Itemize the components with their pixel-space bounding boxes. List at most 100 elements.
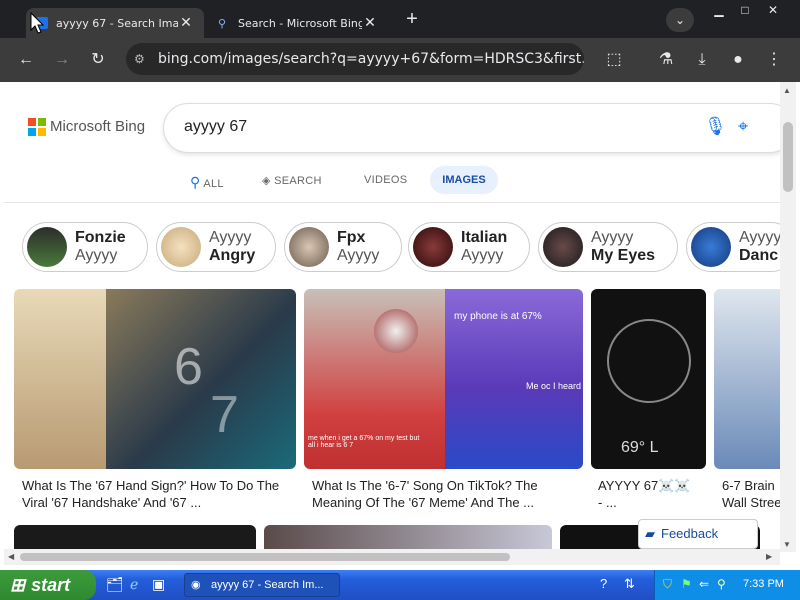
reload-icon[interactable]: ↻ <box>86 48 110 72</box>
divider <box>4 202 780 203</box>
tab-bing-search[interactable]: ⚲ Search - Microsoft Bing ✕ <box>208 8 388 38</box>
chip-line2: Ayyyy <box>75 247 118 264</box>
help-icon[interactable]: ? <box>600 576 607 591</box>
image-caption-3[interactable]: AYYYY 67☠️☠️ - ... <box>598 477 708 511</box>
caption-line1: 6-7 Brain <box>722 478 775 493</box>
image-result-2[interactable]: my phone is at 67% Me oc I heard me when… <box>304 289 583 469</box>
caption-line1: What Is The '6-7' Song On TikTok? The <box>312 478 538 493</box>
overlay-digit: 6 <box>174 338 203 396</box>
image-result-5[interactable] <box>14 525 256 552</box>
feedback-label: Feedback <box>661 526 719 541</box>
close-tab-icon[interactable]: ✕ <box>178 15 194 31</box>
image-caption-4[interactable]: 6-7 Brain Wall Stree <box>722 477 780 511</box>
tab-images-search[interactable]: ayyyy 67 - Search Imag ✕ <box>26 8 204 38</box>
explorer-icon[interactable]: ▣ <box>152 576 165 593</box>
network-icon[interactable]: ⚑ <box>681 577 692 591</box>
nav-search[interactable]: ◈ SEARCH <box>262 174 322 187</box>
scroll-left-icon[interactable]: ◀ <box>8 552 14 561</box>
image-caption-2[interactable]: What Is The '6-7' Song On TikTok? The Me… <box>312 477 582 511</box>
windows-flag-icon: ⊞ <box>10 574 26 595</box>
scroll-right-icon[interactable]: ▶ <box>766 552 772 561</box>
download-icon[interactable]: ⤓ <box>690 48 714 72</box>
nav-images[interactable]: IMAGES <box>430 166 498 194</box>
page-viewport: Microsoft Bing ayyyy 67 🎙 ⌖ ⚲ ALL ◈ SEAR… <box>4 82 780 552</box>
close-window-icon[interactable]: ✕ <box>758 0 788 20</box>
ie-icon[interactable]: ℯ <box>130 576 138 593</box>
url-text: bing.com/images/search?q=ayyyy+67&form=H… <box>158 51 584 67</box>
search-input[interactable]: ayyyy 67 <box>184 118 247 136</box>
new-tab-button[interactable]: + <box>398 8 426 32</box>
nav-videos[interactable]: VIDEOS <box>364 174 407 186</box>
overlay-digit: 7 <box>210 386 239 444</box>
image-result-3[interactable]: 69° L <box>591 289 706 469</box>
menu-icon[interactable]: ⋮ <box>762 48 786 72</box>
start-button[interactable]: ⊞ start <box>0 570 96 600</box>
chip-avatar <box>161 227 201 267</box>
horizontal-scrollbar[interactable]: ◀ ▶ <box>4 549 780 565</box>
chip-line1: Ayyyy <box>739 229 780 246</box>
chip-avatar <box>413 227 453 267</box>
site-info-icon[interactable]: ⚙ <box>134 43 145 75</box>
search-box[interactable]: ayyyy 67 🎙 ⌖ <box>164 104 780 152</box>
chip-line1: Ayyyy <box>591 229 634 246</box>
quicklaunch-icon[interactable]: 🗂 <box>106 576 124 593</box>
related-chip-my-eyes[interactable]: Ayyyy My Eyes <box>538 222 678 272</box>
image-result-4[interactable] <box>714 289 780 469</box>
chip-avatar <box>691 227 731 267</box>
chip-line2: My Eyes <box>591 247 656 264</box>
caption-line2: - ... <box>598 495 617 510</box>
related-chip-italian[interactable]: Italian Ayyyy <box>408 222 530 272</box>
system-tray: ⛉ ⚑ ⇐ ⚲ 7:33 PM <box>654 570 800 600</box>
visual-search-icon[interactable]: ⌖ <box>738 116 748 137</box>
search-tray-icon[interactable]: ⚲ <box>717 577 726 591</box>
scroll-thumb[interactable] <box>783 122 793 192</box>
chip-avatar <box>289 227 329 267</box>
clock[interactable]: 7:33 PM <box>743 578 784 590</box>
security-shield-icon[interactable]: ⛉ <box>663 577 672 592</box>
back-icon[interactable]: ← <box>14 48 38 72</box>
nav-videos-label: VIDEOS <box>364 174 408 186</box>
image-caption-1[interactable]: What Is The '67 Hand Sign?' How To Do Th… <box>22 477 302 511</box>
chip-line1: Fpx <box>337 229 366 246</box>
caption-line1: What Is The '67 Hand Sign?' How To Do Th… <box>22 478 280 493</box>
extensions-icon[interactable]: ⬚ <box>602 48 626 72</box>
profile-icon[interactable]: ● <box>726 48 750 72</box>
address-bar[interactable]: ⚙ bing.com/images/search?q=ayyyy+67&form… <box>126 43 584 75</box>
scroll-up-icon[interactable]: ▲ <box>783 86 793 96</box>
tray-arrow-icon[interactable]: ⇐ <box>699 577 709 591</box>
image-result-6[interactable] <box>264 525 552 552</box>
close-tab-icon[interactable]: ✕ <box>362 15 378 31</box>
browser-tab-strip: ayyyy 67 - Search Imag ✕ ⚲ Search - Micr… <box>0 0 800 38</box>
chip-line2: Angry <box>209 247 256 264</box>
chip-avatar <box>27 227 67 267</box>
related-chip-fonzie[interactable]: Fonzie Ayyyy <box>22 222 148 272</box>
bing-logo-text[interactable]: Microsoft Bing <box>50 118 145 135</box>
overlay-text: me when i get a 67% on my test but all i… <box>308 435 420 449</box>
scroll-thumb[interactable] <box>20 553 510 561</box>
overlay-text: my phone is at 67% <box>454 311 542 322</box>
nav-all[interactable]: ⚲ ALL <box>190 174 224 191</box>
image-photo <box>14 289 106 469</box>
labs-icon[interactable]: ⚗ <box>654 48 678 72</box>
caption-line2: Viral '67 Handshake' And '67 ... <box>22 495 202 510</box>
related-chip-angry[interactable]: Ayyyy Angry <box>156 222 276 272</box>
vertical-scrollbar[interactable]: ▲ ▼ <box>780 82 796 552</box>
start-label: start <box>31 574 71 595</box>
related-chip-dance[interactable]: Ayyyy Danc <box>686 222 780 272</box>
microphone-icon[interactable]: 🎙 <box>704 116 727 137</box>
tab-title: ayyyy 67 - Search Imag <box>56 16 178 30</box>
scroll-down-icon[interactable]: ▼ <box>783 540 793 550</box>
caption-line1: AYYYY 67☠️☠️ <box>598 478 691 493</box>
caption-line2: Meaning Of The '67 Meme' And The ... <box>312 495 534 510</box>
feedback-button[interactable]: ▰ Feedback <box>638 519 758 549</box>
related-chip-fpx[interactable]: Fpx Ayyyy <box>284 222 402 272</box>
search-icon: ⚲ <box>190 174 201 190</box>
taskbar-expand-icon[interactable]: ⇅ <box>624 576 635 592</box>
tab-search-dropdown-icon[interactable]: ⌄ <box>666 8 694 32</box>
maximize-icon[interactable]: □ <box>730 0 760 20</box>
taskbar-window-button[interactable]: ◉ ayyyy 67 - Search Im... <box>184 573 340 597</box>
image-result-1[interactable]: 6 7 <box>14 289 296 469</box>
forward-icon[interactable]: → <box>50 48 74 72</box>
chip-line1: Italian <box>461 229 508 246</box>
overlay-text: Me oc I heard <box>526 381 582 391</box>
